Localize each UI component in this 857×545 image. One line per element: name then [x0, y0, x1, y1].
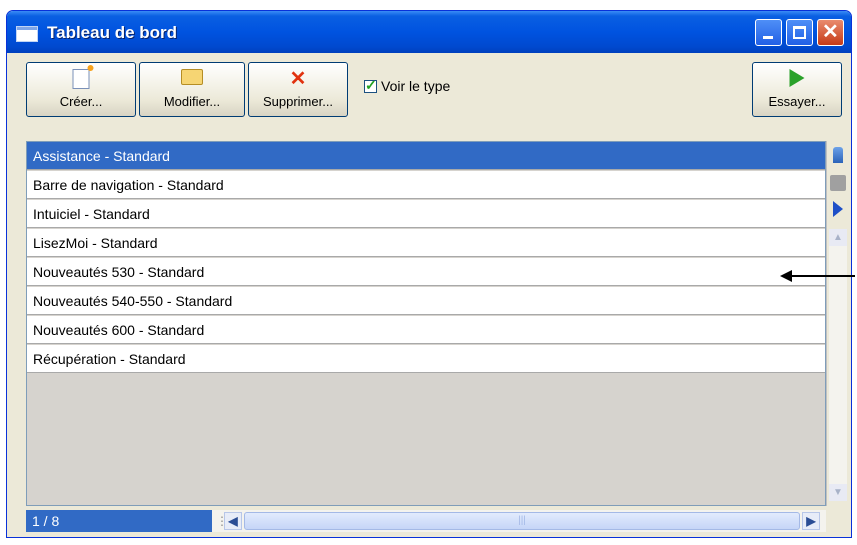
try-button-label: Essayer... — [768, 94, 826, 109]
close-button[interactable]: ✕ — [817, 19, 844, 46]
close-icon: ✕ — [822, 21, 839, 43]
list-item[interactable]: Récupération - Standard — [27, 345, 825, 373]
horizontal-scrollbar-thumb[interactable]: ||| — [244, 512, 800, 530]
create-button-label: Créer... — [59, 94, 103, 109]
create-button[interactable]: Créer... — [26, 62, 136, 117]
window-app-icon — [16, 26, 38, 42]
scroll-up-icon[interactable]: ▲ — [829, 229, 847, 246]
dashboard-list[interactable]: Assistance - Standard Barre de navigatio… — [26, 141, 826, 506]
vertical-scrollbar[interactable]: ▲ ▼ — [829, 229, 847, 501]
status-bar: 1 / 8 ⋮ ◀ ||| ▶ — [26, 510, 826, 532]
play-icon — [789, 69, 805, 87]
scroll-right-icon[interactable]: ▶ — [802, 512, 820, 530]
list-item[interactable]: Nouveautés 530 - Standard — [27, 258, 825, 286]
list-item[interactable]: LisezMoi - Standard — [27, 229, 825, 257]
minimize-button[interactable] — [755, 19, 782, 46]
modify-button-label: Modifier... — [163, 94, 221, 109]
show-type-checkbox[interactable]: ✓ — [364, 77, 377, 93]
list-item[interactable]: Barre de navigation - Standard — [27, 171, 825, 199]
scroll-down-icon[interactable]: ▼ — [829, 484, 847, 501]
list-item[interactable]: Nouveautés 600 - Standard — [27, 316, 825, 344]
delete-button-label: Supprimer... — [262, 94, 334, 109]
maximize-icon — [793, 26, 806, 39]
list-item[interactable]: Nouveautés 540-550 - Standard — [27, 287, 825, 315]
annotation-arrow-line — [789, 275, 855, 277]
print-icon[interactable] — [830, 175, 846, 191]
delete-x-icon: ✕ — [289, 68, 307, 90]
scroll-left-icon[interactable]: ◀ — [224, 512, 242, 530]
pin-icon[interactable] — [833, 147, 843, 163]
delete-button[interactable]: ✕ Supprimer... — [248, 62, 348, 117]
window-title: Tableau de bord — [47, 23, 178, 42]
checkmark-icon: ✓ — [365, 77, 377, 93]
maximize-button[interactable] — [786, 19, 813, 46]
list-item[interactable]: Assistance - Standard — [27, 142, 825, 170]
next-arrow-icon[interactable] — [833, 201, 843, 217]
modify-button[interactable]: Modifier... — [139, 62, 245, 117]
record-counter: 1 / 8 — [26, 510, 212, 532]
minimize-icon — [763, 36, 773, 39]
list-item[interactable]: Intuiciel - Standard — [27, 200, 825, 228]
new-document-icon — [72, 65, 94, 89]
annotation-arrow-head-icon — [780, 270, 792, 282]
title-bar[interactable]: Tableau de bord ✕ — [7, 11, 851, 53]
try-button[interactable]: Essayer... — [752, 62, 842, 117]
side-toolbar: ▲ ▼ — [826, 141, 848, 506]
show-type-label[interactable]: Voir le type — [381, 78, 450, 94]
open-folder-icon — [181, 69, 203, 85]
